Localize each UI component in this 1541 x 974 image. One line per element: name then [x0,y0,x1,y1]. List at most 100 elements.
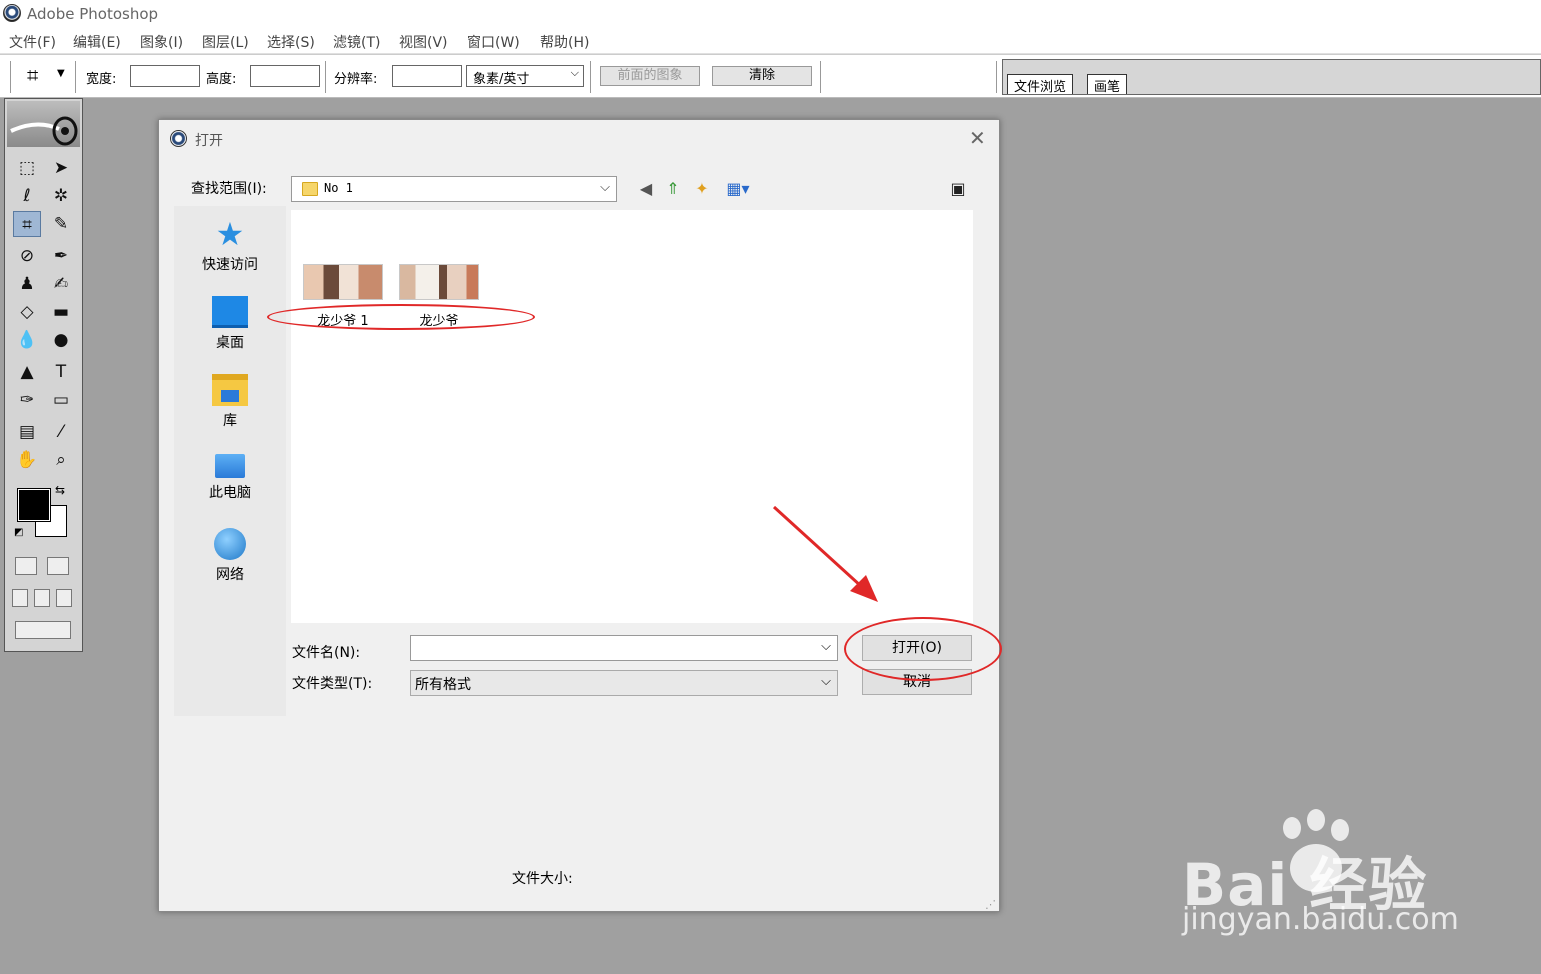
crop-tool-icon[interactable]: ⌗ [13,211,41,237]
file-name-input[interactable]: ⌵ [410,635,838,661]
place-this-pc[interactable]: 此电脑 [174,450,286,502]
folder-bookmark-icon[interactable]: ▣ [947,178,969,200]
menu-window[interactable]: 窗口(W) [467,32,520,52]
dodge-tool-icon[interactable]: ● [47,327,75,353]
crop-tool-preset-icon[interactable]: ⌗ [27,63,38,87]
healing-brush-tool-icon[interactable]: ⊘ [13,243,41,269]
watermark-url: jingyan.baidu.com [1182,902,1459,937]
folder-icon [302,182,318,196]
height-label: 高度: [206,72,237,87]
file-name-label: 文件名(N): [292,645,361,661]
tab-brushes[interactable]: 画笔 [1087,74,1128,95]
menu-image[interactable]: 图象(I) [140,32,183,52]
foreground-color-swatch[interactable] [17,488,51,522]
annotation-ellipse-open-button [844,617,1002,681]
swap-colors-icon[interactable]: ⇆ [55,483,65,497]
close-icon[interactable]: ✕ [969,126,986,150]
places-bar: ★ 快速访问 桌面 库 此电脑 网络 [174,206,286,716]
width-input[interactable] [130,65,200,87]
type-tool-icon[interactable]: T [47,359,75,385]
quick-mask-mode-button[interactable] [47,557,69,575]
view-menu-icon[interactable]: ▦▾ [721,178,755,200]
annotation-arrow [772,505,878,602]
gradient-tool-icon[interactable]: ▬ [47,299,75,325]
toolbox: ⬚ ➤ ℓ ✲ ⌗ ✎ ⊘ ✒ ♟ ✍ ◇ ▬ 💧 ● ▲ T ✑ ▭ ▤ ⁄ … [4,98,83,652]
resolution-unit-select[interactable]: 象素/英寸 ⌵ [466,65,584,87]
marquee-tool-icon[interactable]: ⬚ [13,155,41,181]
slice-tool-icon[interactable]: ✎ [47,211,75,237]
menu-edit[interactable]: 编辑(E) [73,32,121,52]
new-folder-icon[interactable]: ✦ [691,178,713,200]
history-brush-tool-icon[interactable]: ✍ [47,271,75,297]
look-in-dropdown[interactable]: No 1 ⌵ [291,176,617,202]
zoom-tool-icon[interactable]: ⌕ [47,447,75,473]
place-libraries[interactable]: 库 [174,374,286,430]
move-tool-icon[interactable]: ➤ [47,155,75,181]
options-separator [996,61,998,93]
feather-eye-logo-icon [10,116,78,146]
menu-layer[interactable]: 图层(L) [202,32,249,52]
photoshop-app-icon [3,4,21,22]
place-label: 桌面 [216,335,244,351]
magic-wand-tool-icon[interactable]: ✲ [47,183,75,209]
standard-mode-button[interactable] [15,557,37,575]
toolbox-logo-header[interactable] [7,101,80,147]
file-thumbnail [303,264,383,300]
jump-to-imageready-button[interactable] [15,621,71,639]
look-in-value: No 1 [324,181,353,195]
place-desktop[interactable]: 桌面 [174,296,286,352]
brush-tool-icon[interactable]: ✒ [47,243,75,269]
pen-tool-icon[interactable]: ✑ [13,387,41,413]
tab-file-browser[interactable]: 文件浏览 [1007,74,1074,95]
height-input[interactable] [250,65,320,87]
resolution-input[interactable] [392,65,462,87]
full-screen-mode-button[interactable] [56,589,72,607]
title-bar: Adobe Photoshop [0,0,1541,28]
resolution-label: 分辨率: [334,72,378,87]
front-image-button[interactable]: 前面的图象 [600,66,700,86]
options-separator [10,61,12,93]
star-icon: ★ [215,215,245,253]
chevron-down-icon[interactable]: ▼ [57,68,65,79]
place-network[interactable]: 网络 [174,528,286,584]
place-label: 库 [223,413,237,429]
full-screen-menu-mode-button[interactable] [34,589,50,607]
file-type-select[interactable]: 所有格式 ⌵ [410,670,838,696]
path-selection-tool-icon[interactable]: ▲ [13,359,41,385]
notes-tool-icon[interactable]: ▤ [13,419,41,445]
library-folder-icon [212,374,248,406]
eraser-tool-icon[interactable]: ◇ [13,299,41,325]
computer-icon [215,454,245,478]
menu-file[interactable]: 文件(F) [9,32,56,52]
options-separator [590,61,592,93]
default-colors-icon[interactable]: ◩ [14,527,23,538]
network-globe-icon [214,528,246,560]
palette-well: 文件浏览 画笔 [1002,59,1541,95]
clear-button[interactable]: 清除 [712,66,812,86]
menu-select[interactable]: 选择(S) [267,32,315,52]
chevron-down-icon[interactable]: ⌵ [821,639,831,654]
resize-grip-icon[interactable]: ⋰ [985,898,996,911]
menu-bar: 文件(F) 编辑(E) 图象(I) 图层(L) 选择(S) 滤镜(T) 视图(V… [0,28,1541,54]
chevron-down-icon: ⌵ [600,180,610,195]
menu-view[interactable]: 视图(V) [399,32,448,52]
standard-screen-mode-button[interactable] [12,589,28,607]
back-icon[interactable]: ◀ [635,178,657,200]
blur-tool-icon[interactable]: 💧 [13,327,41,353]
clone-stamp-tool-icon[interactable]: ♟ [13,271,41,297]
hand-tool-icon[interactable]: ✋ [13,447,41,473]
file-type-value: 所有格式 [415,677,471,693]
place-quick-access[interactable]: ★ 快速访问 [174,218,286,274]
look-in-label: 查找范围(I): [191,181,267,197]
chevron-down-icon: ⌵ [570,66,579,79]
eyedropper-tool-icon[interactable]: ⁄ [47,419,75,445]
shape-tool-icon[interactable]: ▭ [47,387,75,413]
menu-help[interactable]: 帮助(H) [540,32,589,52]
place-label: 快速访问 [202,257,258,273]
up-folder-icon[interactable]: ⇑ [662,178,684,200]
file-type-label: 文件类型(T): [292,676,373,692]
lasso-tool-icon[interactable]: ℓ [13,183,41,209]
options-separator [820,61,822,93]
options-separator [325,61,327,93]
menu-filter[interactable]: 滤镜(T) [333,32,380,52]
